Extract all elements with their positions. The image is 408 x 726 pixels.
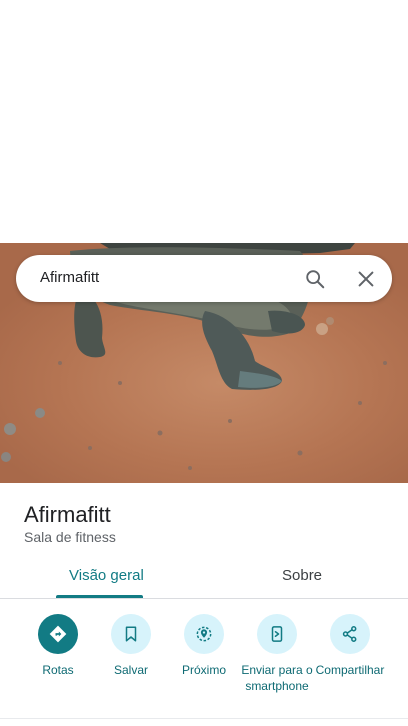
directions-icon-circle xyxy=(38,614,78,654)
send-to-phone-icon xyxy=(271,626,283,642)
save-button[interactable]: Salvar xyxy=(91,614,171,678)
place-category: Sala de fitness xyxy=(24,529,116,545)
search-bar[interactable]: Afirmafitt xyxy=(16,255,392,302)
share-label: Compartilhar xyxy=(315,663,385,677)
close-icon[interactable] xyxy=(355,268,377,290)
bottom-divider xyxy=(0,718,408,719)
nearby-label: Próximo xyxy=(181,663,226,677)
nearby-icon-circle xyxy=(184,614,224,654)
directions-button[interactable]: Rotas xyxy=(18,614,98,678)
share-icon-circle xyxy=(330,614,370,654)
tabs-divider xyxy=(0,598,408,599)
share-icon xyxy=(342,626,357,642)
nearby-icon xyxy=(196,626,212,642)
search-input[interactable]: Afirmafitt xyxy=(40,269,99,286)
nearby-button[interactable]: Próximo xyxy=(164,614,244,678)
bookmark-icon xyxy=(125,626,137,642)
save-icon-circle xyxy=(111,614,151,654)
send-to-phone-button[interactable]: Enviar para o smartphone xyxy=(237,614,317,694)
send-to-phone-label: Enviar para o smartphone xyxy=(241,663,313,693)
directions-label: Rotas xyxy=(42,663,74,677)
share-button[interactable]: Compartilhar xyxy=(310,614,390,678)
save-label: Salvar xyxy=(113,663,148,677)
tab-about[interactable]: Sobre xyxy=(282,567,322,584)
directions-icon xyxy=(49,625,67,643)
map-blank-area xyxy=(0,0,408,243)
tab-overview[interactable]: Visão geral xyxy=(69,567,144,584)
send-to-phone-icon-circle xyxy=(257,614,297,654)
place-title: Afirmafitt xyxy=(24,502,111,527)
search-icon[interactable] xyxy=(304,268,326,290)
